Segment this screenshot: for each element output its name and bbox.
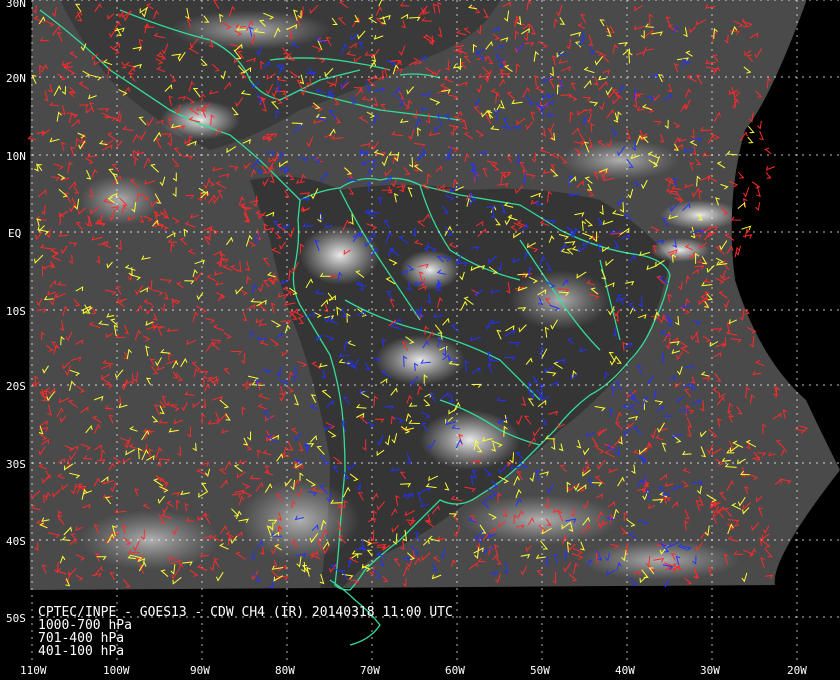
wind-barb	[742, 187, 750, 198]
wind-barb	[751, 181, 761, 189]
lon-label: 70W	[360, 664, 380, 677]
lon-label: 80W	[275, 664, 295, 677]
wind-barb	[737, 201, 746, 209]
lat-label: EQ	[8, 227, 21, 240]
lat-label: 30N	[6, 0, 26, 10]
map-caption: CPTEC/INPE - GOES13 - CDW CH4 (IR) 20140…	[38, 605, 453, 659]
wind-barb	[743, 234, 753, 239]
wind-barb	[765, 172, 772, 179]
wind-barb	[764, 147, 772, 155]
lat-label: 20S	[6, 380, 26, 393]
wind-barb	[765, 165, 776, 171]
wind-barb	[744, 228, 750, 238]
wind-barb	[737, 171, 745, 179]
lat-label: 30S	[6, 458, 26, 471]
legend-item-high: 401-100 hPa	[38, 644, 124, 659]
latitude-labels: 30N 20N 10N EQ 10S 20S 30S 40S 50S	[6, 0, 26, 625]
lat-label: 40S	[6, 535, 26, 548]
lon-label: 30W	[700, 664, 720, 677]
lon-label: 50W	[530, 664, 550, 677]
lon-label: 110W	[20, 664, 47, 677]
wind-barb	[741, 225, 752, 231]
satellite-image	[29, 0, 840, 590]
lon-label: 40W	[615, 664, 635, 677]
lon-label: 90W	[190, 664, 210, 677]
lon-label: 100W	[103, 664, 130, 677]
wind-barb	[757, 120, 762, 130]
wind-barb	[748, 125, 755, 134]
lat-label: 10N	[6, 150, 26, 163]
longitude-labels: 110W 100W 90W 80W 70W 60W 50W 40W 30W 20…	[20, 664, 807, 677]
wind-barb	[759, 130, 764, 141]
wind-barb	[730, 216, 742, 221]
wind-barb	[747, 136, 754, 144]
satellite-wind-map: 30N 20N 10N EQ 10S 20S 30S 40S 50S 110W …	[6, 0, 840, 677]
lon-label: 20W	[787, 664, 807, 677]
wind-barb	[755, 202, 761, 212]
lat-label: 20N	[6, 72, 26, 85]
lon-label: 60W	[445, 664, 465, 677]
lat-label: 50S	[6, 612, 26, 625]
lat-label: 10S	[6, 305, 26, 318]
